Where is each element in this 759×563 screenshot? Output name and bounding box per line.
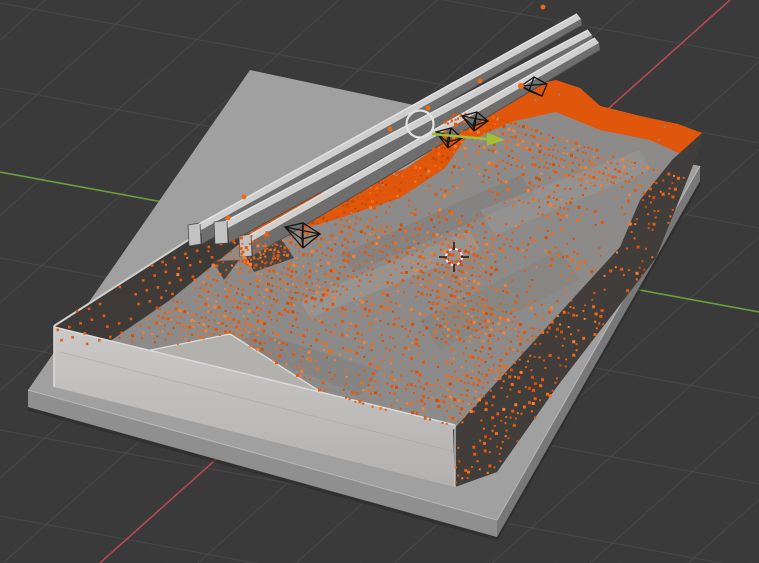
stray-point [478, 79, 483, 84]
stray-point [541, 5, 546, 10]
stray-point [388, 127, 393, 132]
camera-origin-point [518, 83, 524, 89]
viewport-3d[interactable] [0, 0, 759, 563]
scene-svg [0, 0, 759, 563]
stray-point [242, 195, 247, 200]
stray-point [226, 216, 231, 221]
stray-point [426, 106, 431, 111]
